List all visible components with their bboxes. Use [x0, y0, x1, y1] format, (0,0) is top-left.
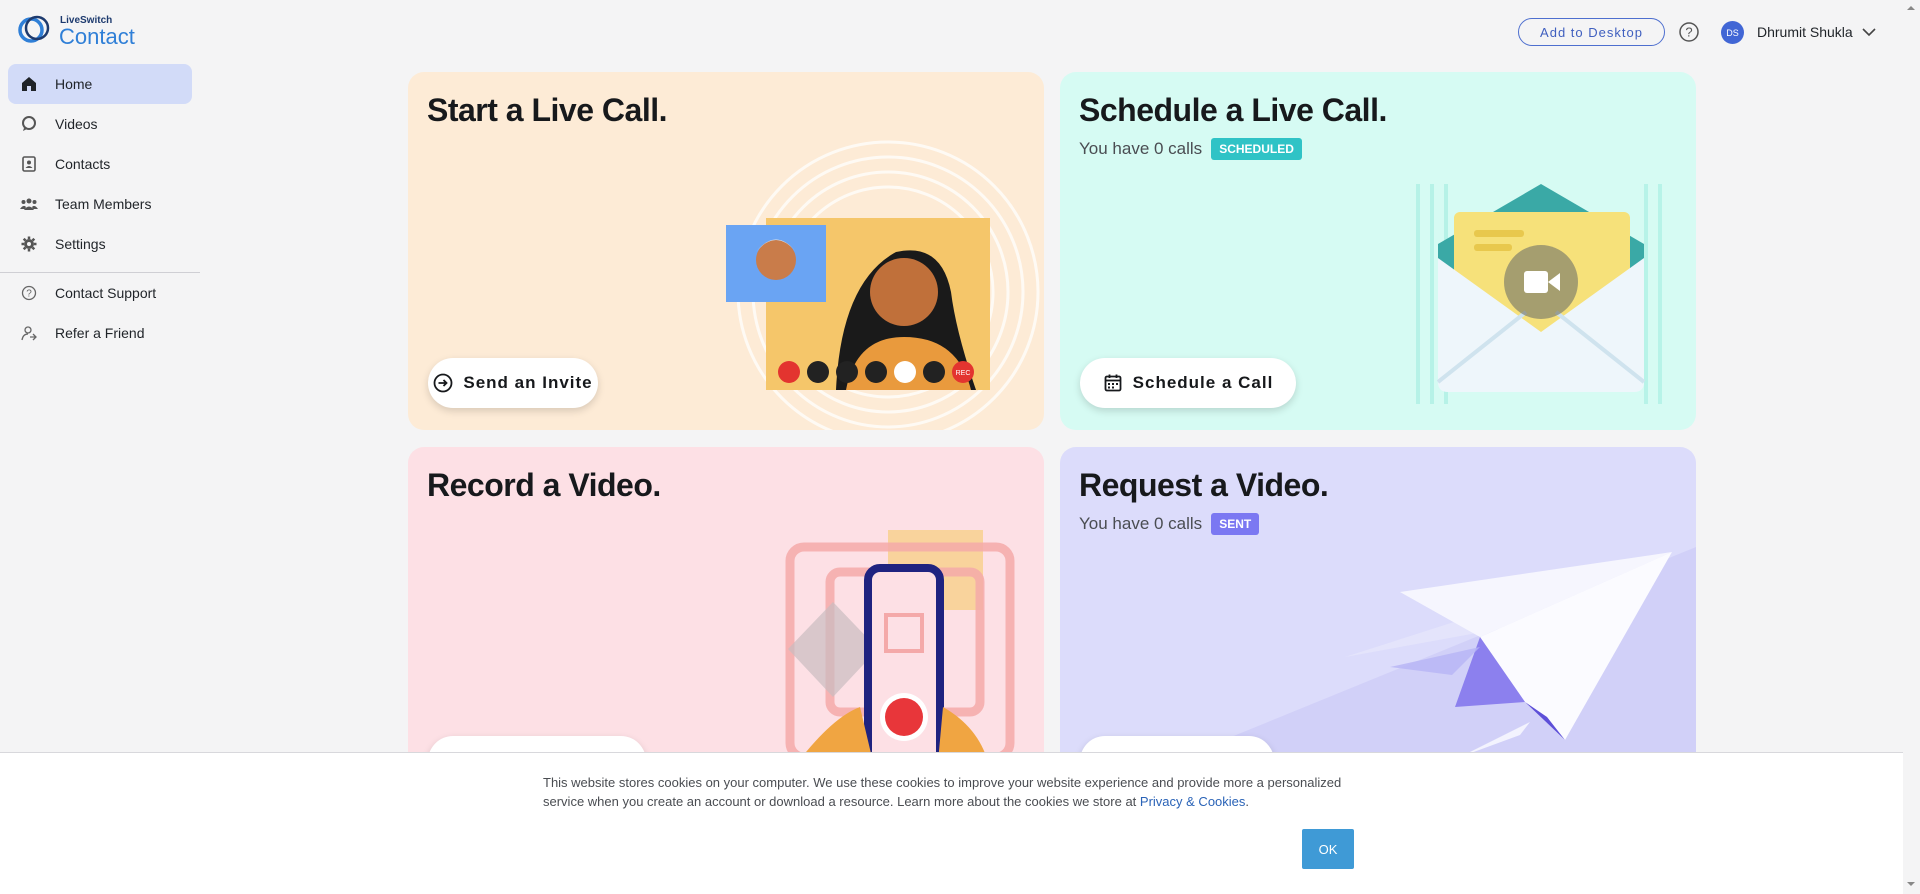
scheduled-calls-summary: You have 0 calls SCHEDULED	[1079, 138, 1302, 160]
sidebar-item-label: Settings	[55, 236, 106, 252]
sidebar-item-label: Contacts	[55, 156, 111, 172]
gear-icon	[20, 235, 38, 253]
calendar-icon	[1104, 374, 1122, 392]
home-icon	[20, 75, 38, 93]
sidebar-item-label: Videos	[55, 116, 98, 132]
cookie-banner: This website stores cookies on your comp…	[0, 752, 1903, 894]
privacy-cookies-link[interactable]: Privacy & Cookies	[1140, 794, 1245, 809]
phone-recording-illustration	[785, 530, 1015, 767]
schedule-call-button[interactable]: Schedule a Call	[1080, 358, 1296, 408]
video-call-illustration: REC	[726, 140, 1040, 430]
page-scrollbar[interactable]	[1903, 0, 1920, 893]
send-invite-label: Send an Invite	[463, 373, 593, 392]
chevron-down-icon[interactable]	[1861, 24, 1877, 40]
cookie-message-end: .	[1245, 794, 1250, 809]
scroll-down-icon[interactable]	[1907, 880, 1915, 888]
app-logo[interactable]: LiveSwitch Contact	[14, 10, 144, 50]
sidebar-item-refer-a-friend[interactable]: Refer a Friend	[8, 313, 192, 353]
refer-icon	[20, 324, 38, 342]
sidebar-item-team-members[interactable]: Team Members	[8, 184, 192, 224]
status-badge: SCHEDULED	[1211, 138, 1302, 160]
avatar[interactable]: DS	[1721, 21, 1744, 44]
liveswitch-logo-icon	[18, 15, 50, 43]
schedule-live-call-card[interactable]: Schedule a Live Call. You have 0 calls S…	[1060, 72, 1696, 430]
brand-name: Contact	[59, 24, 135, 49]
start-live-call-card[interactable]: Start a Live Call. REC Send an Invite	[408, 72, 1044, 430]
team-icon	[20, 195, 38, 213]
scroll-up-icon[interactable]	[1907, 4, 1915, 12]
chat-bubble-icon	[20, 115, 38, 133]
schedule-call-label: Schedule a Call	[1132, 373, 1274, 392]
sidebar-item-settings[interactable]: Settings	[8, 224, 192, 264]
add-to-desktop-button[interactable]: Add to Desktop	[1518, 18, 1665, 46]
cookie-text-block: This website stores cookies on your comp…	[543, 773, 1343, 811]
envelope-illustration	[1416, 184, 1662, 404]
sidebar-item-label: Contact Support	[55, 285, 157, 301]
sidebar-item-label: Refer a Friend	[55, 325, 145, 341]
help-icon[interactable]: ?	[1678, 21, 1700, 43]
svg-text:?: ?	[26, 289, 32, 300]
start-call-title: Start a Live Call.	[427, 92, 667, 128]
sidebar-item-videos[interactable]: Videos	[8, 104, 192, 144]
sidebar-item-contacts[interactable]: Contacts	[8, 144, 192, 184]
contact-card-icon	[20, 155, 38, 173]
schedule-call-title: Schedule a Live Call.	[1079, 92, 1387, 128]
send-invite-button[interactable]: Send an Invite	[428, 358, 598, 408]
request-video-title: Request a Video.	[1079, 467, 1329, 503]
record-video-title: Record a Video.	[427, 467, 661, 503]
sidebar-item-label: Home	[55, 76, 93, 92]
rec-label: REC	[956, 370, 971, 377]
scheduled-calls-count: You have 0 calls	[1079, 139, 1203, 158]
help-circle-icon: ?	[20, 284, 38, 302]
sidebar-item-home[interactable]: Home	[8, 64, 192, 104]
sidebar-item-contact-support[interactable]: ? Contact Support	[8, 273, 192, 313]
cookie-ok-button[interactable]: OK	[1302, 829, 1354, 869]
svg-text:?: ?	[1685, 25, 1692, 40]
arrow-circle-icon	[433, 373, 453, 393]
user-name[interactable]: Dhrumit Shukla	[1757, 24, 1853, 40]
sidebar-item-label: Team Members	[55, 196, 152, 212]
